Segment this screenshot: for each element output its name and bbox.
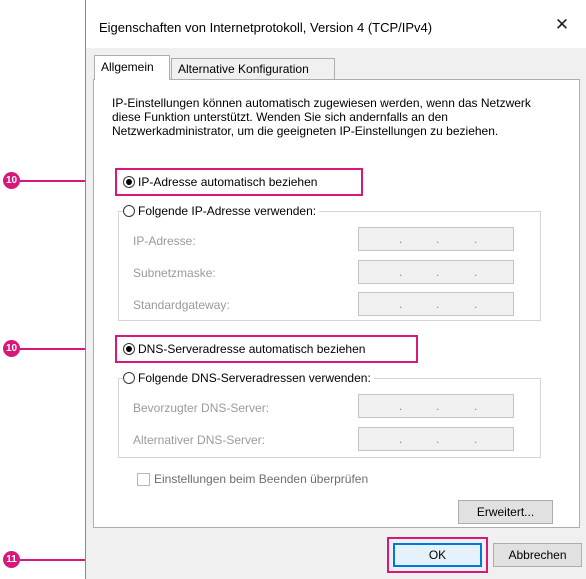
ip-dot: . — [436, 297, 440, 311]
close-icon[interactable]: ✕ — [552, 15, 572, 35]
ip-dot: . — [474, 432, 478, 446]
advanced-button[interactable]: Erweitert... — [458, 500, 553, 524]
ip-dot: . — [436, 232, 440, 246]
ip-dot: . — [399, 265, 403, 279]
ip-dot: . — [399, 399, 403, 413]
alternate-dns-field[interactable]: ... — [358, 427, 514, 451]
radio-dns-auto-label: DNS-Serveradresse automatisch beziehen — [138, 342, 366, 356]
tab-general-label: Allgemein — [101, 60, 154, 74]
ip-dot: . — [399, 232, 403, 246]
general-tab-panel: IP-Einstellungen können automatisch zuge… — [93, 79, 580, 528]
radio-dns-manual[interactable]: Folgende DNS-Serveradressen verwenden: — [123, 371, 374, 385]
description-text: IP-Einstellungen können automatisch zuge… — [112, 96, 531, 138]
ip-dot: . — [399, 297, 403, 311]
title-bar: Eigenschaften von Internetprotokoll, Ver… — [86, 0, 586, 48]
ip-address-label: IP-Adresse: — [133, 234, 196, 248]
tab-general[interactable]: Allgemein — [94, 55, 170, 80]
window-title: Eigenschaften von Internetprotokoll, Ver… — [99, 20, 433, 35]
radio-ip-manual[interactable]: Folgende IP-Adresse verwenden: — [123, 204, 320, 218]
ip-dot: . — [436, 265, 440, 279]
callout-badge-2: 10 — [3, 340, 20, 357]
ip-dot: . — [399, 432, 403, 446]
ip-dot: . — [474, 232, 478, 246]
ip-dot: . — [474, 399, 478, 413]
ip-dot: . — [436, 399, 440, 413]
subnet-mask-label: Subnetzmaske: — [133, 266, 216, 280]
radio-ip-auto-label: IP-Adresse automatisch beziehen — [138, 175, 318, 189]
ip-dot: . — [474, 265, 478, 279]
radio-ip-manual-label: Folgende IP-Adresse verwenden: — [138, 204, 317, 218]
preferred-dns-field[interactable]: ... — [358, 394, 514, 418]
callout-badge-3: 11 — [3, 551, 20, 568]
ip-address-field[interactable]: ... — [358, 227, 514, 251]
radio-dns-manual-label: Folgende DNS-Serveradressen verwenden: — [138, 371, 371, 385]
radio-dns-auto-button[interactable] — [123, 343, 135, 355]
ip-dot: . — [436, 432, 440, 446]
tcpipv4-properties-dialog: Eigenschaften von Internetprotokoll, Ver… — [85, 0, 586, 579]
ip-dot: . — [474, 297, 478, 311]
default-gateway-label: Standardgateway: — [133, 298, 230, 312]
radio-ip-manual-button[interactable] — [123, 205, 135, 217]
radio-dns-auto[interactable]: DNS-Serveradresse automatisch beziehen — [123, 342, 365, 356]
ok-button[interactable]: OK — [393, 543, 482, 567]
radio-ip-auto-button[interactable] — [123, 176, 135, 188]
subnet-mask-field[interactable]: ... — [358, 260, 514, 284]
preferred-dns-label: Bevorzugter DNS-Server: — [133, 401, 270, 415]
cancel-button[interactable]: Abbrechen — [493, 543, 582, 567]
alternate-dns-label: Alternativer DNS-Server: — [133, 433, 266, 447]
callout-badge-1: 10 — [3, 172, 20, 189]
tab-alternate-configuration[interactable]: Alternative Konfiguration — [171, 58, 335, 80]
validate-checkbox-box[interactable] — [137, 472, 150, 486]
tab-alternate-label: Alternative Konfiguration — [178, 62, 309, 76]
validate-on-exit-checkbox[interactable]: Einstellungen beim Beenden überprüfen — [137, 472, 368, 486]
radio-ip-auto[interactable]: IP-Adresse automatisch beziehen — [123, 175, 317, 189]
validate-checkbox-label: Einstellungen beim Beenden überprüfen — [154, 472, 369, 486]
radio-dns-manual-button[interactable] — [123, 372, 135, 384]
default-gateway-field[interactable]: ... — [358, 292, 514, 316]
